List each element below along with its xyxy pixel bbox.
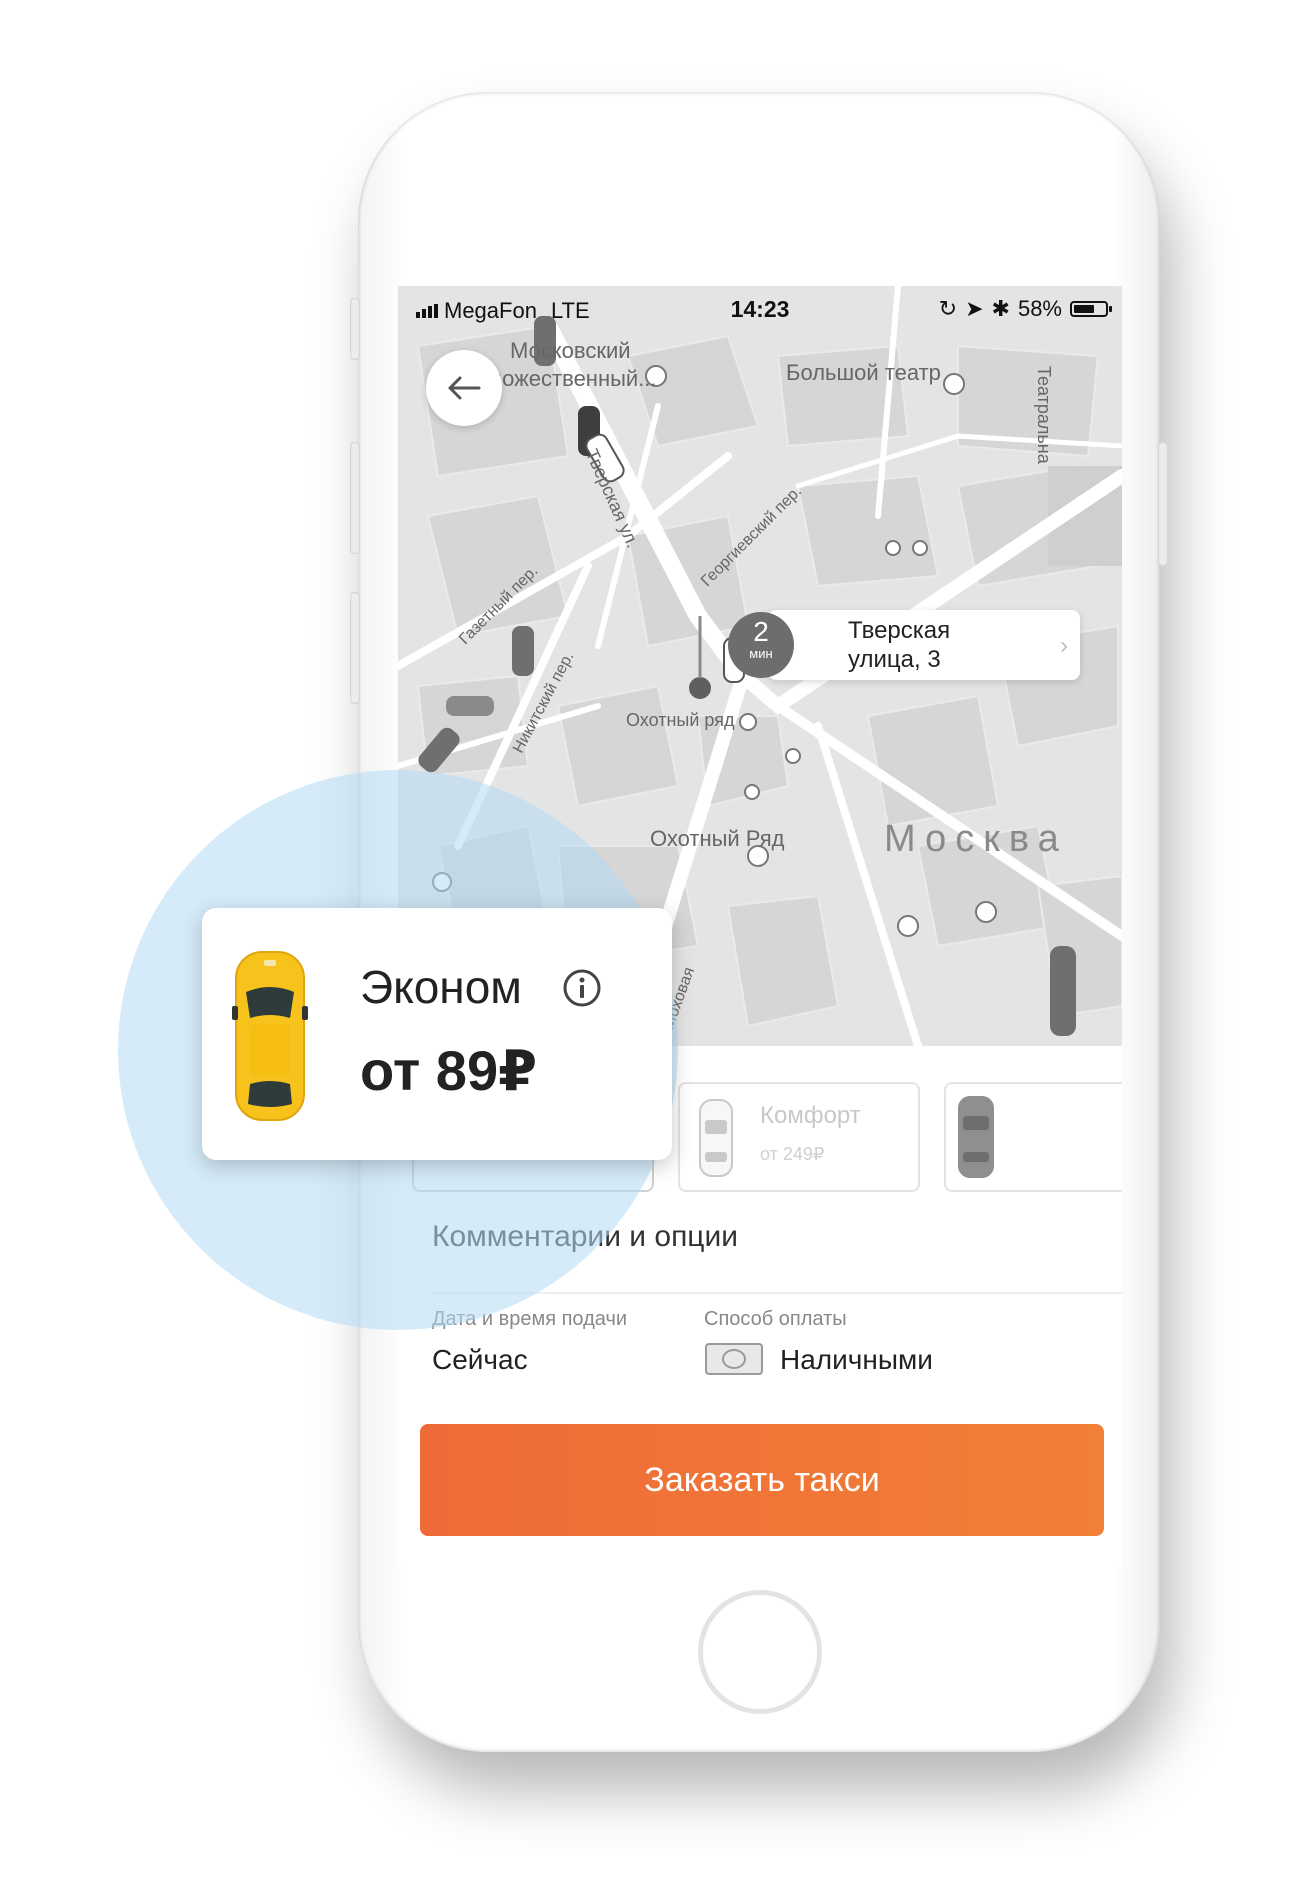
info-icon[interactable] (562, 968, 602, 1008)
pickup-point[interactable]: Тверская улица, 3 › 2 мин (728, 610, 1080, 680)
volume-up-button (350, 442, 360, 554)
order-taxi-button[interactable]: Заказать такси (420, 1424, 1104, 1536)
home-button[interactable] (698, 1590, 822, 1714)
zoom-tariff-name: Эконом (360, 961, 522, 1013)
volume-down-button (350, 592, 360, 704)
datetime-value[interactable]: Сейчас (432, 1344, 528, 1376)
power-button (1158, 442, 1168, 566)
business-car-icon (958, 1096, 994, 1178)
map-label-okhotny-metro: Охотный ряд (626, 710, 735, 730)
arrow-left-icon (448, 376, 481, 400)
zoomed-tariff-card-economy[interactable]: Эконом от 89₽ (202, 908, 672, 1160)
comfort-car-icon (699, 1099, 733, 1177)
battery-percent: 58% (1017, 296, 1062, 321)
pickup-address-line2: улица, 3 (848, 646, 941, 673)
eta-unit: мин (749, 646, 773, 661)
tariff-comfort-price: от 249₽ (760, 1144, 825, 1164)
payment-label: Способ оплаты (704, 1308, 847, 1330)
pickup-address-bubble[interactable]: Тверская улица, 3 › (768, 610, 1080, 680)
tariff-comfort-name: Комфорт (760, 1102, 861, 1129)
pickup-address-line1: Тверская (848, 617, 951, 644)
map-label-moscow-art: Московский (510, 338, 631, 363)
map-label-theatre-pass: Театральна (1034, 366, 1054, 464)
taxi-car-icon (232, 951, 308, 1121)
lock-rotation-icon: ↻ (938, 296, 958, 321)
map-label-moskva: Москва (884, 818, 1068, 860)
battery-icon (1070, 301, 1112, 317)
tariff-card-next[interactable] (944, 1082, 1122, 1192)
map-label-bolshoi: Большой театр (786, 360, 941, 385)
payment-value[interactable]: Наличными (780, 1344, 933, 1376)
eta-value: 2 (753, 616, 769, 647)
back-button[interactable] (426, 350, 502, 426)
silent-switch (350, 298, 360, 360)
location-arrow-icon: ➤ (965, 296, 984, 321)
tariff-card-comfort[interactable]: Комфорт от 249₽ (678, 1082, 920, 1192)
map-label-okhotny-ryad: Охотный Ряд (650, 826, 785, 851)
chevron-right-icon: › (1060, 632, 1068, 659)
zoom-tariff-price: от 89₽ (360, 1039, 538, 1102)
bluetooth-icon: ✱ (991, 296, 1010, 321)
status-bar: MegaFon LTE 14:23 ↻ ➤ ✱ 58% (398, 286, 1122, 326)
eta-badge: 2 мин (728, 612, 794, 678)
cash-icon (705, 1343, 763, 1375)
